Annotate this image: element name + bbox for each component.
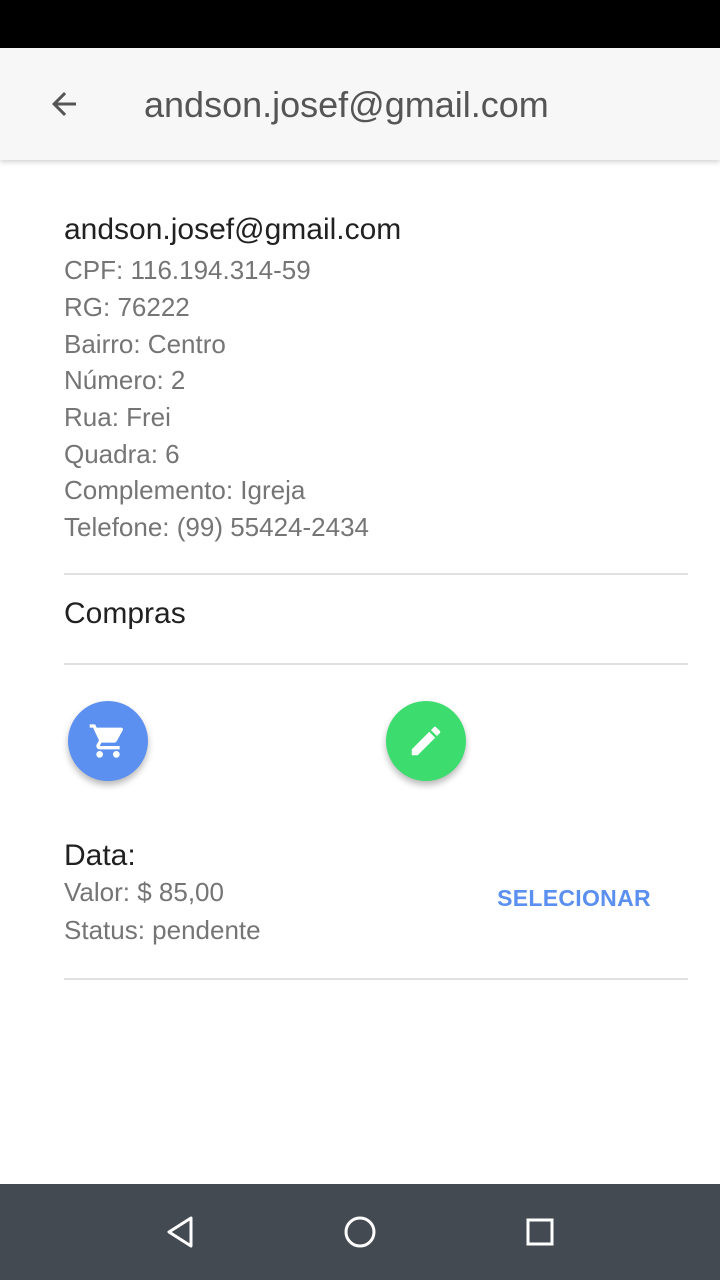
user-rg: RG: 76222 (64, 292, 190, 322)
select-button[interactable]: SELECIONAR (484, 876, 664, 920)
triangle-back-icon (167, 1216, 193, 1248)
cart-button[interactable] (68, 701, 148, 781)
divider (64, 978, 688, 980)
user-email: andson.josef@gmail.com (64, 213, 402, 246)
nav-back-button[interactable] (156, 1208, 204, 1256)
status-bar (0, 0, 720, 48)
system-nav-bar (0, 1184, 720, 1280)
divider (64, 573, 688, 575)
circle-home-icon (344, 1216, 376, 1248)
purchase-value: Valor: $ 85,00 (64, 877, 224, 907)
app-bar: andson.josef@gmail.com (0, 48, 720, 160)
user-telefone: Telefone: (99) 55424-2434 (64, 512, 370, 542)
square-recents-icon (526, 1218, 554, 1246)
user-rua: Rua: Frei (64, 402, 171, 432)
nav-recents-button[interactable] (516, 1208, 564, 1256)
back-button[interactable] (36, 76, 92, 132)
user-cpf: CPF: 116.194.314-59 (64, 255, 311, 285)
user-numero: Número: 2 (64, 365, 186, 395)
user-complemento: Complemento: Igreja (64, 475, 306, 505)
divider (64, 663, 688, 665)
nav-home-button[interactable] (336, 1208, 384, 1256)
purchases-section-title: Compras (64, 597, 186, 630)
purchase-date: Data: (64, 839, 136, 872)
purchase-status: Status: pendente (64, 915, 261, 945)
user-bairro: Bairro: Centro (64, 329, 226, 359)
shopping-cart-icon (89, 724, 124, 758)
edit-button[interactable] (386, 701, 466, 781)
user-quadra: Quadra: 6 (64, 439, 180, 469)
arrow-back-icon (52, 92, 76, 116)
pencil-icon (411, 726, 441, 756)
page-title: andson.josef@gmail.com (144, 84, 549, 125)
